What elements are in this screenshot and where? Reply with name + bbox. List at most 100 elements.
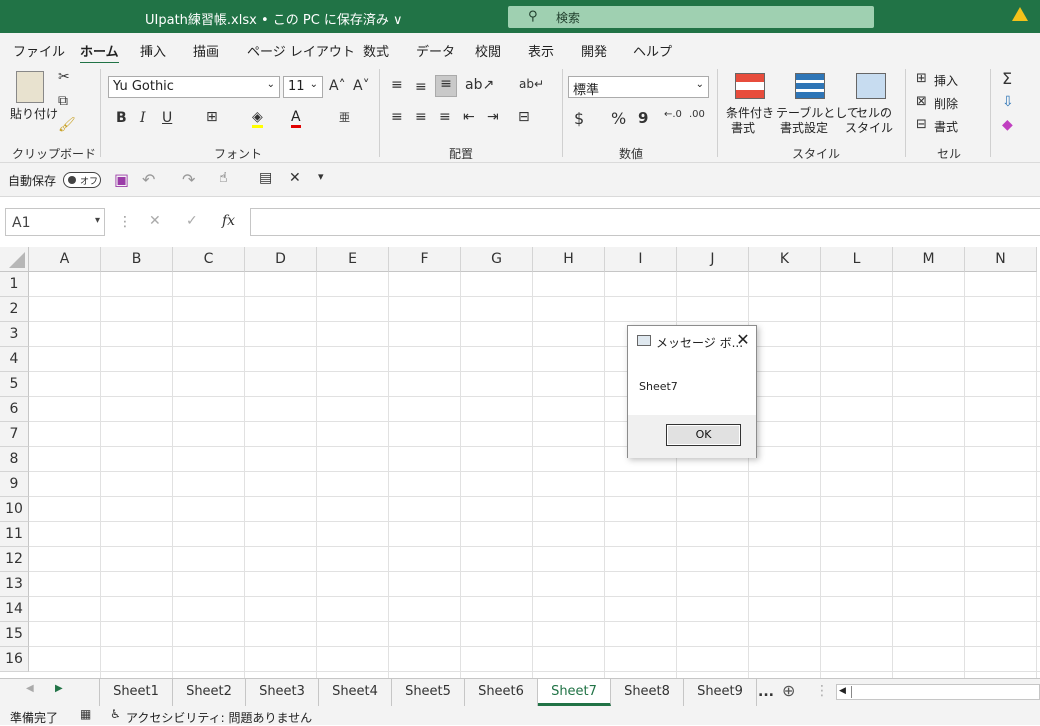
delete-cells-icon[interactable]: ⊠ <box>916 94 927 109</box>
sheet-tab-active[interactable]: Sheet7 <box>538 679 611 706</box>
cancel-formula-button[interactable]: ✕ <box>149 213 161 229</box>
tab-view[interactable]: 表示 <box>528 41 554 60</box>
clear-icon[interactable]: ◆ <box>1002 117 1013 133</box>
comma-button[interactable]: 9 <box>638 109 648 127</box>
increase-decimal-icon[interactable]: ←.0 <box>664 109 682 120</box>
splitter-handle[interactable]: ⋮ <box>815 683 829 699</box>
font-color-icon[interactable]: A <box>291 109 301 128</box>
align-bottom-icon[interactable]: ≡ <box>435 75 457 97</box>
accessibility-status[interactable]: アクセシビリティ: 問題ありません <box>126 709 312 726</box>
insert-cells-button[interactable]: 挿入 <box>934 72 958 89</box>
borders-icon[interactable]: ⊞ <box>206 109 218 125</box>
align-right-icon[interactable]: ≡ <box>439 109 451 125</box>
redo-icon[interactable]: ↷ <box>182 170 195 189</box>
tab-insert[interactable]: 挿入 <box>140 41 166 60</box>
row-header-4[interactable]: 4 <box>0 347 29 372</box>
tab-home[interactable]: ホーム <box>80 41 119 65</box>
font-name-select[interactable]: Yu Gothic ⌄ <box>108 76 280 98</box>
row-header-3[interactable]: 3 <box>0 322 29 347</box>
autosum-button[interactable]: Σ <box>1002 69 1012 88</box>
sheet-tab[interactable]: Sheet6 <box>465 679 538 706</box>
sheet-tab[interactable]: Sheet3 <box>246 679 319 706</box>
currency-button[interactable]: $ <box>574 109 584 128</box>
format-as-table-icon[interactable] <box>795 73 825 99</box>
tab-help[interactable]: ヘルプ <box>633 41 672 60</box>
column-header-k[interactable]: K <box>749 247 821 272</box>
sheet-tab[interactable]: Sheet9 <box>684 679 757 706</box>
save-icon[interactable]: ▣ <box>114 170 129 189</box>
row-header-15[interactable]: 15 <box>0 622 29 647</box>
print-preview-icon[interactable]: ▤ <box>259 170 272 186</box>
column-header-l[interactable]: L <box>821 247 893 272</box>
more-sheets-button[interactable]: ... <box>758 684 774 700</box>
sheet-tab[interactable]: Sheet5 <box>392 679 465 706</box>
decrease-indent-icon[interactable]: ⇤ <box>463 109 475 125</box>
search-box[interactable]: ⚲ 検索 <box>508 6 874 28</box>
tab-page-layout[interactable]: ページ レイアウト <box>247 41 355 60</box>
formula-input[interactable] <box>250 208 1040 236</box>
row-header-14[interactable]: 14 <box>0 597 29 622</box>
sheet-tab[interactable]: Sheet2 <box>173 679 246 706</box>
row-header-6[interactable]: 6 <box>0 397 29 422</box>
underline-button[interactable]: U <box>162 110 172 126</box>
column-header-e[interactable]: E <box>317 247 389 272</box>
row-header-13[interactable]: 13 <box>0 572 29 597</box>
fill-icon[interactable]: ⇩ <box>1002 94 1014 110</box>
tab-file[interactable]: ファイル <box>13 41 65 60</box>
name-box[interactable]: A1 ▾ <box>5 208 105 236</box>
macro-record-icon[interactable]: ▦ <box>80 707 91 721</box>
accessibility-icon[interactable]: ♿ <box>110 707 121 721</box>
grow-font-icon[interactable]: A˄ <box>329 78 346 94</box>
tab-developer[interactable]: 開発 <box>581 41 607 60</box>
scroll-tabs-left-icon[interactable]: ◀ <box>26 683 34 694</box>
sheet-tab[interactable]: Sheet8 <box>611 679 684 706</box>
column-header-c[interactable]: C <box>173 247 245 272</box>
row-header-1[interactable]: 1 <box>0 272 29 297</box>
phonetic-icon[interactable]: 亜 <box>339 109 350 125</box>
column-header-d[interactable]: D <box>245 247 317 272</box>
customize-qat-icon[interactable]: ▾ <box>318 170 324 183</box>
column-header-b[interactable]: B <box>101 247 173 272</box>
row-header-11[interactable]: 11 <box>0 522 29 547</box>
row-header-8[interactable]: 8 <box>0 447 29 472</box>
row-header-16[interactable]: 16 <box>0 647 29 672</box>
sheet-tab[interactable]: Sheet1 <box>100 679 173 706</box>
row-header-9[interactable]: 9 <box>0 472 29 497</box>
paste-icon[interactable] <box>16 71 44 103</box>
bold-button[interactable]: B <box>116 110 127 126</box>
percent-button[interactable]: % <box>611 109 626 128</box>
font-size-select[interactable]: 11 ⌄ <box>283 76 323 98</box>
tab-review[interactable]: 校閲 <box>475 41 501 60</box>
conditional-format-label-2[interactable]: 書式 <box>731 119 755 136</box>
cell-styles-label-2[interactable]: スタイル <box>845 119 893 136</box>
column-header-i[interactable]: I <box>605 247 677 272</box>
increase-indent-icon[interactable]: ⇥ <box>487 109 499 125</box>
decrease-decimal-icon[interactable]: .00 <box>689 109 705 120</box>
conditional-format-icon[interactable] <box>735 73 765 99</box>
add-sheet-button[interactable]: ⊕ <box>782 681 795 700</box>
enter-formula-button[interactable]: ✓ <box>186 213 198 229</box>
number-format-select[interactable]: 標準 ⌄ <box>568 76 709 98</box>
row-header-12[interactable]: 12 <box>0 547 29 572</box>
dialog-close-button[interactable]: ✕ <box>734 330 752 349</box>
column-header-j[interactable]: J <box>677 247 749 272</box>
touch-mode-icon[interactable]: ☝ <box>219 170 228 186</box>
worksheet-grid[interactable]: A B C D E F G H I J K L M N 1 2 3 4 5 6 7 8 9 10 11 12 13 14 15 16 <box>0 247 1040 678</box>
row-header-2[interactable]: 2 <box>0 297 29 322</box>
row-header-5[interactable]: 5 <box>0 372 29 397</box>
merge-center-icon[interactable]: ⊟ <box>518 109 530 125</box>
align-center-icon[interactable]: ≡ <box>415 109 427 125</box>
autosave-toggle[interactable]: オフ <box>63 172 101 188</box>
close-icon[interactable]: ✕ <box>289 170 301 186</box>
insert-cells-icon[interactable]: ⊞ <box>916 71 927 86</box>
cut-icon[interactable]: ✂ <box>58 69 70 85</box>
scroll-left-icon[interactable]: ◀ <box>839 686 846 696</box>
copy-icon[interactable]: ⧉ <box>58 93 68 109</box>
format-painter-icon[interactable]: 🖌 <box>58 117 76 133</box>
tab-draw[interactable]: 描画 <box>193 41 219 60</box>
sheet-tab[interactable]: Sheet4 <box>319 679 392 706</box>
delete-cells-button[interactable]: 削除 <box>934 95 958 112</box>
column-header-n[interactable]: N <box>965 247 1037 272</box>
column-header-h[interactable]: H <box>533 247 605 272</box>
align-left-icon[interactable]: ≡ <box>391 109 403 125</box>
